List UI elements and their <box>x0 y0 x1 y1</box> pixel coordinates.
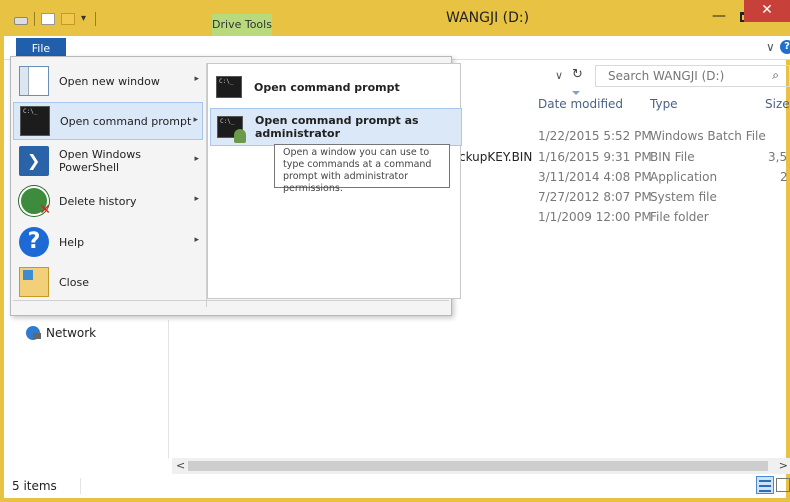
title-bar: ▾ Drive Tools WANGJI (D:) — ✕ <box>4 0 790 36</box>
admin-user-icon <box>234 129 246 143</box>
menu-item-label: Delete history <box>59 194 137 208</box>
admin-command-prompt-icon <box>217 116 246 143</box>
horizontal-scrollbar[interactable]: < > <box>172 458 790 474</box>
menu-item-label: Open command prompt <box>60 114 192 128</box>
file-date: 3/11/2014 4:08 PM <box>538 170 652 184</box>
submenu-arrow-icon: ▸ <box>194 154 199 164</box>
close-folder-icon <box>19 267 49 297</box>
address-dropdown-icon[interactable]: ∨ <box>555 69 563 82</box>
toolbar-separator <box>95 12 96 26</box>
quick-access-toolbar: ▾ <box>14 12 96 26</box>
refresh-icon[interactable]: ↻ <box>572 67 583 82</box>
menu-item-open-new-window[interactable]: Open new window ▸ <box>13 62 203 100</box>
menu-item-help[interactable]: ? Help ▸ <box>13 223 203 261</box>
details-view-icon[interactable] <box>756 476 774 494</box>
search-input[interactable] <box>596 66 756 86</box>
scrollbar-thumb[interactable] <box>188 461 768 471</box>
nav-item-network[interactable]: Network <box>26 326 96 340</box>
close-button[interactable]: ✕ <box>744 0 790 22</box>
column-date-modified[interactable]: Date modified <box>538 97 623 111</box>
file-date: 1/1/2009 12:00 PM <box>538 210 652 224</box>
file-name[interactable]: ckupKEY.BIN <box>459 150 532 164</box>
nav-pane-divider <box>168 320 169 458</box>
scroll-right-icon[interactable]: > <box>779 459 788 472</box>
expand-ribbon-icon[interactable]: ∨ <box>766 40 775 54</box>
window-title: WANGJI (D:) <box>446 10 530 26</box>
submenu-arrow-icon: ▸ <box>194 74 199 84</box>
submenu-arrow-icon: ▸ <box>194 235 199 245</box>
toolbar-separator <box>34 12 35 26</box>
file-type: BIN File <box>650 150 695 164</box>
network-icon <box>26 326 41 340</box>
submenu-item-open-command-prompt[interactable]: Open command prompt <box>210 68 462 106</box>
menu-item-open-powershell[interactable]: Open Windows PowerShell ▸ <box>13 142 203 180</box>
file-size: 2 <box>780 170 788 184</box>
new-window-icon <box>19 66 49 96</box>
customize-toolbar-icon[interactable]: ▾ <box>81 13 89 25</box>
menu-item-label: Open new window <box>59 74 160 88</box>
file-date: 1/16/2015 9:31 PM <box>538 150 652 164</box>
sort-indicator-icon <box>572 91 580 95</box>
file-menu-list: Open new window ▸ Open command prompt ▸ … <box>11 57 206 315</box>
status-bar: 5 items <box>4 474 790 498</box>
menu-item-close[interactable]: Close <box>13 263 203 301</box>
menu-bottom-divider <box>13 300 449 301</box>
submenu-item-open-command-prompt-admin[interactable]: Open command prompt as administrator <box>210 108 462 146</box>
file-type: Application <box>650 170 718 184</box>
tooltip: Open a window you can use to type comman… <box>274 144 450 194</box>
drive-tools-tab[interactable]: Drive Tools <box>212 14 272 36</box>
search-icon[interactable]: ⌕ <box>772 68 779 83</box>
properties-icon[interactable] <box>41 13 55 25</box>
menu-item-label: Help <box>59 235 85 249</box>
file-type: Windows Batch File <box>650 129 766 143</box>
delete-history-icon <box>19 186 51 218</box>
file-type: File folder <box>650 210 709 224</box>
command-prompt-icon <box>216 76 242 98</box>
file-date: 1/22/2015 5:52 PM <box>538 129 652 143</box>
menu-item-label: Open Windows PowerShell <box>59 148 141 174</box>
file-date: 7/27/2012 8:07 PM <box>538 190 652 204</box>
scroll-left-icon[interactable]: < <box>176 459 185 472</box>
help-circle-icon: ? <box>19 227 49 257</box>
status-separator <box>80 478 81 494</box>
submenu-arrow-icon: ▸ <box>193 115 198 125</box>
help-icon[interactable]: ? <box>780 40 790 54</box>
powershell-icon <box>19 146 49 176</box>
command-prompt-icon <box>20 106 50 136</box>
column-size[interactable]: Size <box>765 97 790 111</box>
menu-item-delete-history[interactable]: Delete history ▸ <box>13 182 203 220</box>
large-icons-view-icon[interactable] <box>776 478 790 492</box>
submenu-item-label: Open command prompt <box>254 80 400 94</box>
nav-item-label: Network <box>46 326 97 340</box>
menu-item-open-command-prompt[interactable]: Open command prompt ▸ <box>13 102 203 140</box>
new-folder-icon[interactable] <box>61 13 75 25</box>
submenu-arrow-icon: ▸ <box>194 194 199 204</box>
file-size: 3,5 <box>768 150 788 164</box>
search-box[interactable]: ⌕ <box>595 65 790 87</box>
minimize-button[interactable]: — <box>707 8 731 26</box>
file-type: System file <box>650 190 717 204</box>
column-type[interactable]: Type <box>650 97 678 111</box>
submenu-item-label: Open command prompt as administrator <box>255 114 419 140</box>
drive-icon <box>14 17 28 25</box>
item-count: 5 items <box>12 479 57 493</box>
menu-item-label: Close <box>59 275 89 289</box>
